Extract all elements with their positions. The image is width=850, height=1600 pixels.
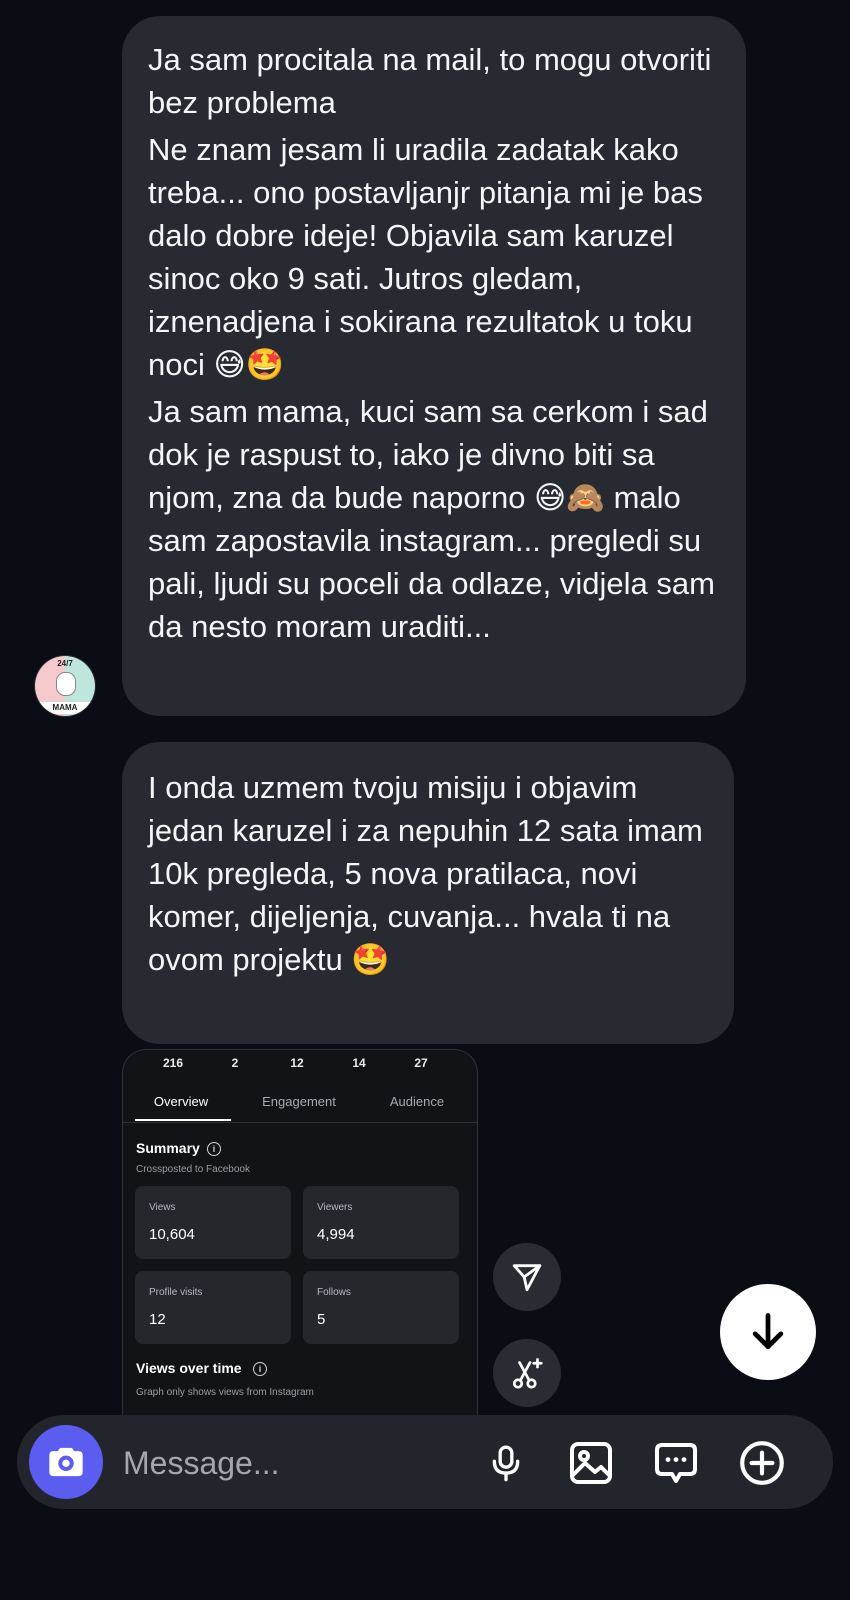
insights-tabs: Overview Engagement Audience — [123, 1086, 477, 1123]
stat-number: 2 — [231, 1056, 239, 1070]
ai-scissors-sparkle-icon — [512, 1358, 543, 1389]
scroll-down-button[interactable] — [720, 1284, 816, 1380]
clock-icon — [56, 672, 76, 696]
shared-image-insights[interactable]: 216 2 12 14 27 Overview Engagement Audie… — [122, 1049, 478, 1415]
tab-audience: Audience — [389, 1094, 445, 1109]
info-icon: i — [207, 1142, 221, 1156]
message-text: Ja sam procitala na mail, to mogu otvori… — [148, 42, 712, 120]
message-text: Ja sam mama, kuci sam sa cerkom i sad do… — [148, 394, 715, 644]
graph-note: Graph only shows views from Instagram — [136, 1387, 314, 1398]
sticker-button[interactable] — [650, 1437, 702, 1489]
avatar-bottom-text: MAMA — [35, 702, 95, 714]
stat-number: 14 — [352, 1056, 366, 1070]
card-label: Follows — [317, 1287, 351, 1298]
summary-title: Summary — [136, 1140, 200, 1156]
stat-number: 216 — [162, 1056, 184, 1070]
message-bubble[interactable]: I onda uzmem tvoju misiju i objavim jeda… — [122, 742, 734, 1044]
avatar-top-text: 24/7 — [57, 659, 73, 668]
tab-overview: Overview — [153, 1094, 209, 1109]
message-text: Ne znam jesam li uradila zadatak kako tr… — [148, 132, 703, 382]
paper-plane-icon — [512, 1264, 542, 1292]
camera-icon — [49, 1447, 83, 1477]
card-value: 10,604 — [149, 1226, 195, 1243]
microphone-icon — [492, 1445, 520, 1482]
plus-circle-icon — [740, 1441, 784, 1485]
ai-remix-button[interactable] — [493, 1339, 561, 1407]
card-value: 12 — [149, 1311, 166, 1328]
card-value: 5 — [317, 1311, 326, 1328]
message-text: I onda uzmem tvoju misiju i objavim jeda… — [148, 770, 703, 977]
views-over-time-title: Views over time — [136, 1360, 242, 1376]
crossposted-note: Crossposted to Facebook — [136, 1164, 250, 1175]
camera-button[interactable] — [29, 1425, 103, 1499]
card-label: Profile visits — [149, 1287, 203, 1298]
stat-card-follows: Follows 5 — [303, 1271, 459, 1344]
active-tab-indicator — [135, 1119, 231, 1121]
card-label: Views — [149, 1202, 176, 1213]
chat-bubble-icon — [655, 1443, 697, 1483]
more-options-button[interactable] — [736, 1437, 788, 1489]
top-stats-row: 216 2 12 14 27 — [123, 1056, 477, 1074]
image-icon — [570, 1442, 612, 1484]
avatar[interactable]: 24/7 MAMA — [35, 656, 95, 716]
stat-number: 12 — [290, 1056, 304, 1070]
forward-button[interactable] — [493, 1243, 561, 1311]
microphone-button[interactable] — [480, 1437, 532, 1489]
gallery-button[interactable] — [565, 1437, 617, 1489]
card-label: Viewers — [317, 1202, 353, 1213]
card-value: 4,994 — [317, 1226, 355, 1243]
message-bubble[interactable]: Ja sam procitala na mail, to mogu otvori… — [122, 16, 746, 716]
message-composer — [17, 1415, 833, 1509]
info-icon: i — [253, 1362, 267, 1376]
stat-card-profile-visits: Profile visits 12 — [135, 1271, 291, 1344]
arrow-down-icon — [752, 1313, 784, 1350]
message-input[interactable] — [121, 1437, 445, 1489]
stat-number: 27 — [414, 1056, 428, 1070]
stat-card-views: Views 10,604 — [135, 1186, 291, 1259]
tab-engagement: Engagement — [262, 1094, 336, 1109]
stat-card-viewers: Viewers 4,994 — [303, 1186, 459, 1259]
